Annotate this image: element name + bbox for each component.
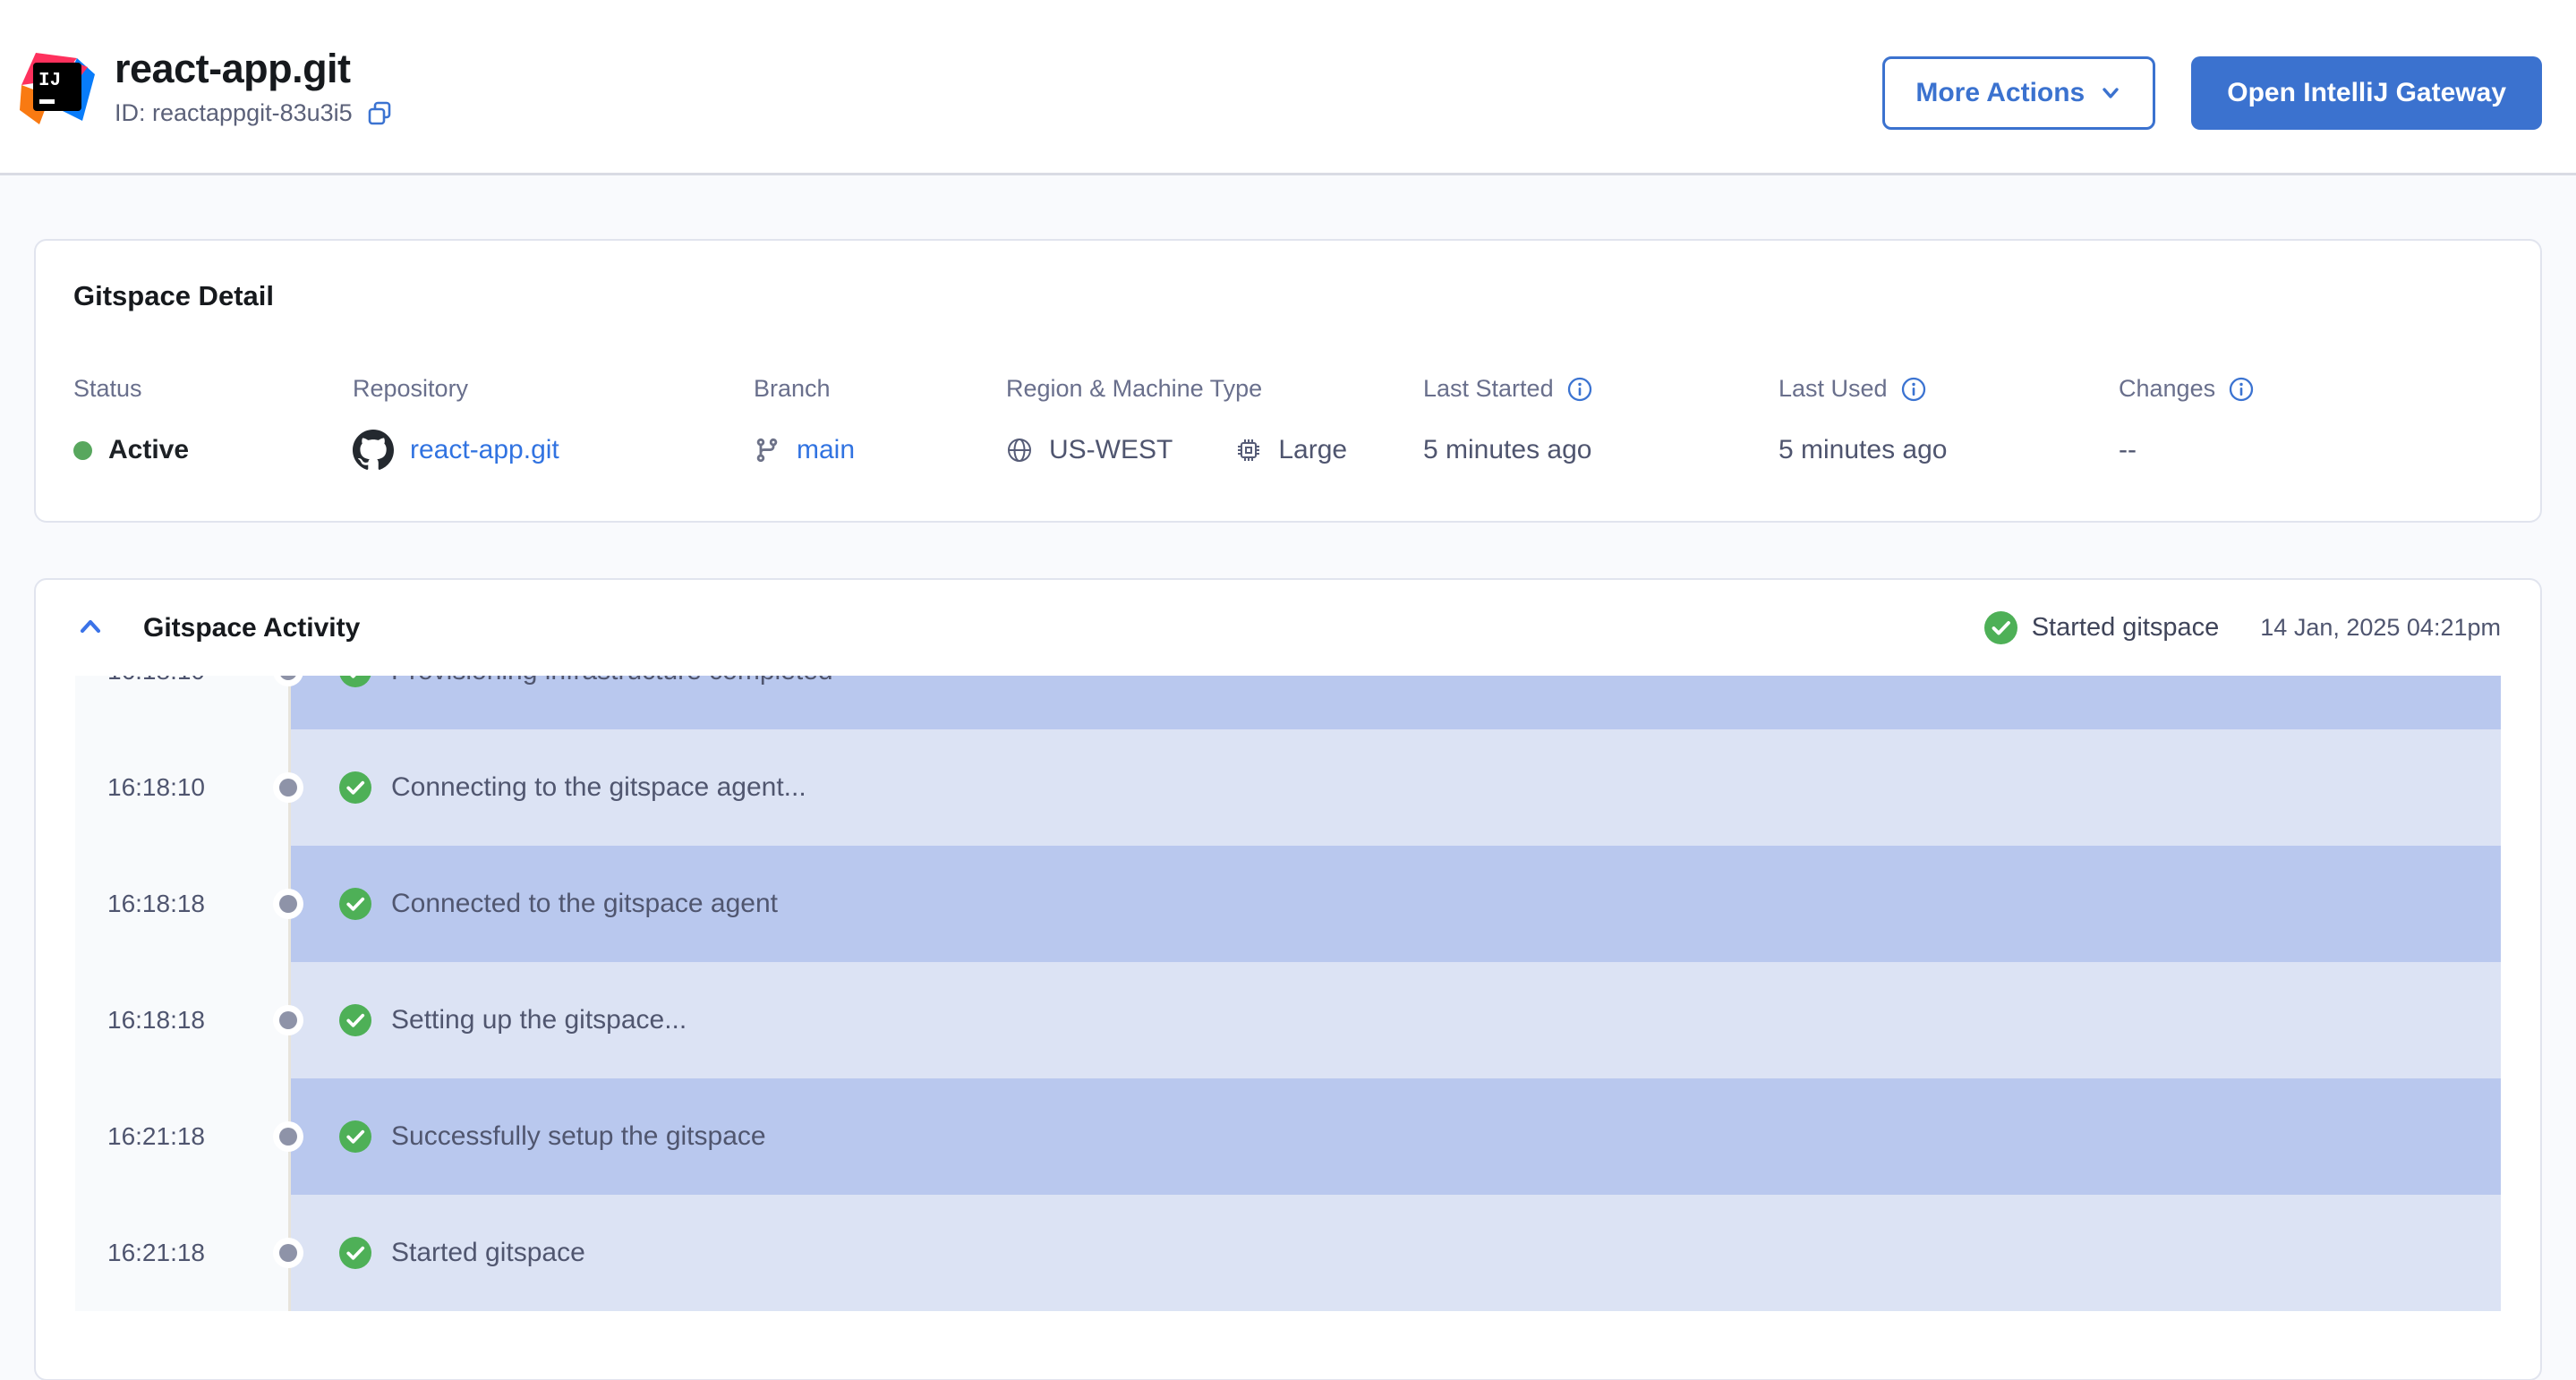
activity-log-list: 16:18:10 Provisioning infrastructure com…: [75, 676, 2501, 1311]
field-changes: Changes --: [2119, 375, 2503, 471]
activity-row-text: Connected to the gitspace agent: [391, 889, 778, 919]
info-icon[interactable]: [1566, 376, 1593, 403]
check-circle-icon: [1984, 611, 2017, 644]
activity-row-content: Successfully setup the gitspace: [288, 1078, 2501, 1195]
activity-row-text: Provisioning infrastructure completed: [391, 676, 833, 686]
check-circle-icon: [339, 676, 371, 687]
info-icon[interactable]: [2228, 376, 2255, 403]
gitspace-id: ID: reactappgit-83u3i5: [115, 99, 353, 127]
activity-row-time: 16:18:18: [75, 962, 288, 1078]
open-intellij-gateway-button[interactable]: Open IntelliJ Gateway: [2191, 56, 2542, 130]
activity-row-text: Successfully setup the gitspace: [391, 1121, 766, 1152]
timeline-dot-icon: [279, 1244, 297, 1262]
activity-title: Gitspace Activity: [143, 613, 360, 643]
title-block: react-app.git ID: reactappgit-83u3i5: [115, 46, 394, 128]
activity-row-content: Setting up the gitspace...: [288, 962, 2501, 1078]
activity-row-time: 16:18:10: [75, 676, 288, 729]
activity-row-time: 16:18:10: [75, 729, 288, 846]
field-region-machine: Region & Machine Type US-WEST: [1006, 375, 1423, 471]
copy-icon[interactable]: [365, 99, 394, 128]
branch-label: Branch: [754, 375, 1006, 403]
activity-log-scroll-area[interactable]: 16:18:10 Provisioning infrastructure com…: [75, 676, 2501, 1311]
changes-label: Changes: [2119, 375, 2215, 403]
activity-row-text: Started gitspace: [391, 1238, 585, 1268]
activity-status-badge: Started gitspace: [2032, 613, 2220, 643]
activity-log-row: 16:18:18 Connected to the gitspace agent: [75, 846, 2501, 962]
last-started-label: Last Started: [1423, 375, 1554, 403]
activity-row-content: Connected to the gitspace agent: [288, 846, 2501, 962]
field-last-used: Last Used 5 minutes ago: [1778, 375, 2119, 471]
last-used-value: 5 minutes ago: [1778, 430, 2119, 471]
activity-log-row: 16:21:18 Started gitspace: [75, 1195, 2501, 1311]
activity-row-time: 16:18:18: [75, 846, 288, 962]
info-icon[interactable]: [1900, 376, 1927, 403]
check-circle-icon: [339, 1120, 371, 1153]
detail-card-title: Gitspace Detail: [73, 280, 2503, 312]
status-active-dot-icon: [73, 441, 92, 460]
timeline-dot-icon: [279, 1128, 297, 1146]
changes-value: --: [2119, 430, 2503, 471]
machine-type-value: Large: [1278, 435, 1347, 465]
git-branch-icon: [754, 437, 780, 464]
activity-timestamp: 14 Jan, 2025 04:21pm: [2260, 614, 2501, 642]
chevron-down-icon: [2099, 81, 2122, 105]
activity-row-content: Provisioning infrastructure completed: [288, 676, 2501, 729]
gitspace-activity-card: Gitspace Activity Started gitspace 14 Ja…: [34, 578, 2542, 1380]
activity-row-time: 16:21:18: [75, 1078, 288, 1195]
status-value: Active: [108, 435, 189, 465]
activity-log-row: 16:18:10 Provisioning infrastructure com…: [75, 676, 2501, 729]
field-last-started: Last Started 5 minutes ago: [1423, 375, 1778, 471]
activity-row-content: Started gitspace: [288, 1195, 2501, 1311]
gitspace-detail-card: Gitspace Detail Status Active Repository: [34, 239, 2542, 523]
region-machine-label: Region & Machine Type: [1006, 375, 1423, 403]
activity-row-content: Connecting to the gitspace agent...: [288, 729, 2501, 846]
svg-text:IJ: IJ: [38, 71, 61, 91]
last-used-label: Last Used: [1778, 375, 1888, 403]
timeline-dot-icon: [279, 895, 297, 913]
page-title: react-app.git: [115, 46, 394, 92]
check-circle-icon: [339, 1237, 371, 1269]
chevron-up-icon[interactable]: [75, 613, 106, 643]
activity-row-text: Setting up the gitspace...: [391, 1005, 687, 1035]
activity-row-text: Connecting to the gitspace agent...: [391, 772, 806, 803]
cpu-icon: [1235, 437, 1262, 464]
last-started-value: 5 minutes ago: [1423, 430, 1778, 471]
activity-log-row: 16:18:10 Connecting to the gitspace agen…: [75, 729, 2501, 846]
activity-header: Gitspace Activity Started gitspace 14 Ja…: [36, 580, 2540, 676]
timeline-dot-icon: [279, 1011, 297, 1029]
region-value: US-WEST: [1049, 435, 1173, 465]
page-header: IJ react-app.git ID: reactappgit-83u3i5 …: [0, 0, 2576, 175]
check-circle-icon: [339, 1004, 371, 1036]
repository-link[interactable]: react-app.git: [410, 435, 559, 465]
more-actions-label: More Actions: [1915, 78, 2085, 108]
timeline-dot-icon: [279, 779, 297, 796]
check-circle-icon: [339, 771, 371, 804]
check-circle-icon: [339, 888, 371, 920]
status-label: Status: [73, 375, 353, 403]
activity-row-time: 16:21:18: [75, 1195, 288, 1311]
branch-link[interactable]: main: [797, 435, 855, 465]
github-icon: [353, 430, 394, 471]
intellij-idea-logo-icon: IJ: [18, 47, 97, 126]
field-branch: Branch main: [754, 375, 1006, 471]
activity-log-row: 16:18:18 Setting up the gitspace...: [75, 962, 2501, 1078]
field-repository: Repository react-app.git: [353, 375, 754, 471]
more-actions-button[interactable]: More Actions: [1882, 56, 2155, 130]
field-status: Status Active: [73, 375, 353, 471]
repository-label: Repository: [353, 375, 754, 403]
activity-log-row: 16:21:18 Successfully setup the gitspace: [75, 1078, 2501, 1195]
globe-icon: [1006, 437, 1033, 464]
